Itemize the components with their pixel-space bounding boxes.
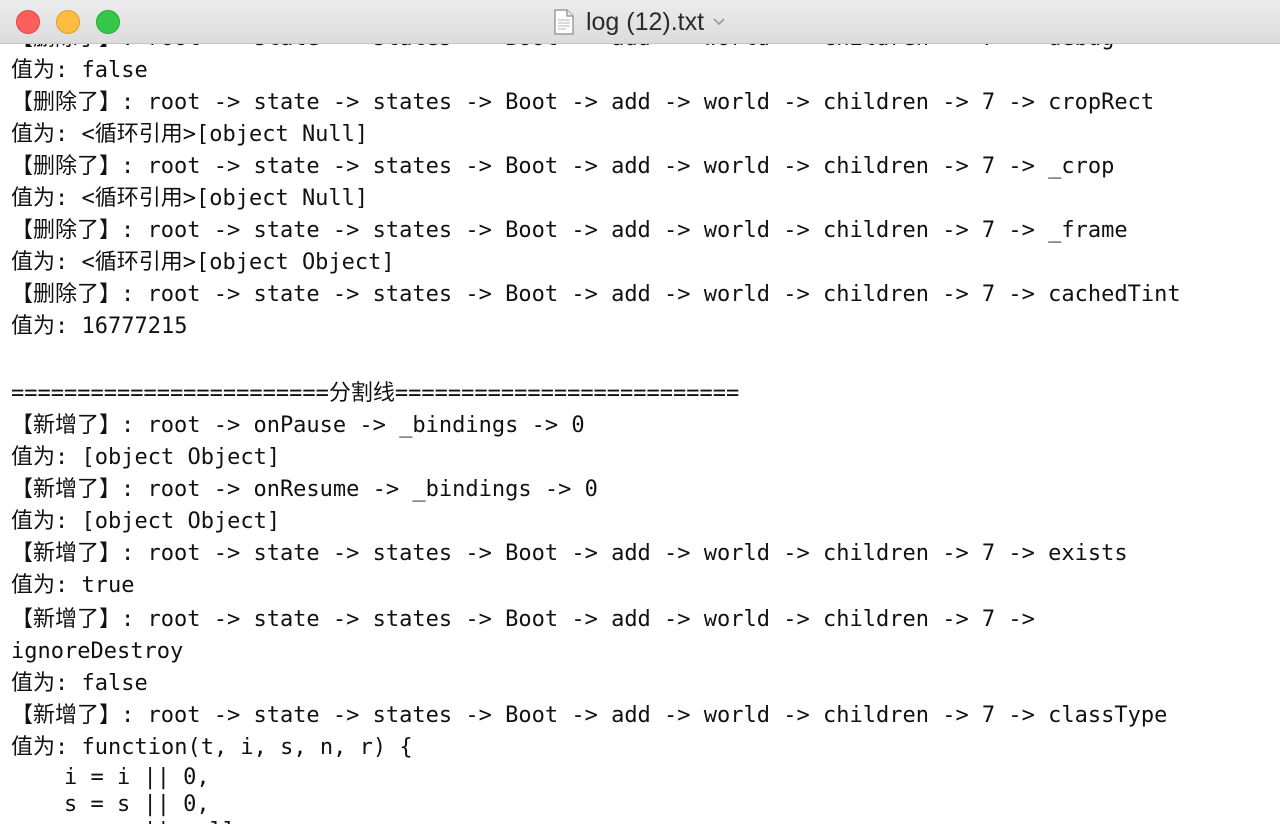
text-line: 值为: false xyxy=(11,58,148,83)
text-line: 【删除了】: root -> state -> states -> Boot -… xyxy=(11,90,1155,115)
text-line: i = i || 0, xyxy=(11,765,210,790)
text-line: s = s || 0, xyxy=(11,792,210,817)
text-line: 【新增了】: root -> onResume -> _bindings -> … xyxy=(11,477,598,502)
title-bar[interactable]: log (12).txt xyxy=(0,0,1280,44)
window-title-menu[interactable]: log (12).txt xyxy=(554,8,726,37)
text-line: 【新增了】: root -> state -> states -> Boot -… xyxy=(11,607,1035,632)
text-line: 值为: <循环引用>[object Object] xyxy=(11,250,395,275)
text-line: 值为: function(t, i, s, n, r) { xyxy=(11,735,413,760)
text-line xyxy=(11,343,1271,378)
minimize-window-button[interactable] xyxy=(56,10,80,34)
document-content[interactable]: 【删除了】: root -> state -> states -> Boot -… xyxy=(0,0,1280,824)
close-window-button[interactable] xyxy=(16,10,40,34)
chevron-down-icon xyxy=(713,18,725,26)
text-line: 【删除了】: root -> state -> states -> Boot -… xyxy=(11,154,1115,179)
text-line: 【新增了】: root -> onPause -> _bindings -> 0 xyxy=(11,413,585,438)
text-line: ignoreDestroy xyxy=(11,639,184,664)
text-line: 值为: [object Object] xyxy=(11,509,281,534)
text-line: 值为: false xyxy=(11,671,148,696)
zoom-window-button[interactable] xyxy=(96,10,120,34)
text-line: 值为: true xyxy=(11,573,135,598)
text-line: 值为: 16777215 xyxy=(11,314,188,339)
text-line: 【新增了】: root -> state -> states -> Boot -… xyxy=(11,541,1128,566)
text-editor-window: 【删除了】: root -> state -> states -> Boot -… xyxy=(0,0,1280,824)
document-icon xyxy=(554,9,574,35)
text-line: 【新增了】: root -> state -> states -> Boot -… xyxy=(11,703,1168,728)
text-line: 【删除了】: root -> state -> states -> Boot -… xyxy=(11,218,1128,243)
document-lines: 【删除了】: root -> state -> states -> Boot -… xyxy=(11,23,1271,824)
text-line: 值为: [object Object] xyxy=(11,445,281,470)
text-line: 【删除了】: root -> state -> states -> Boot -… xyxy=(11,282,1181,307)
text-line: 值为: <循环引用>[object Null] xyxy=(11,186,369,211)
window-title: log (12).txt xyxy=(585,7,705,36)
text-line: 值为: <循环引用>[object Null] xyxy=(11,122,369,147)
text-line: n = n || null, xyxy=(11,818,1271,824)
text-line: ========================分割线=============… xyxy=(11,381,740,406)
